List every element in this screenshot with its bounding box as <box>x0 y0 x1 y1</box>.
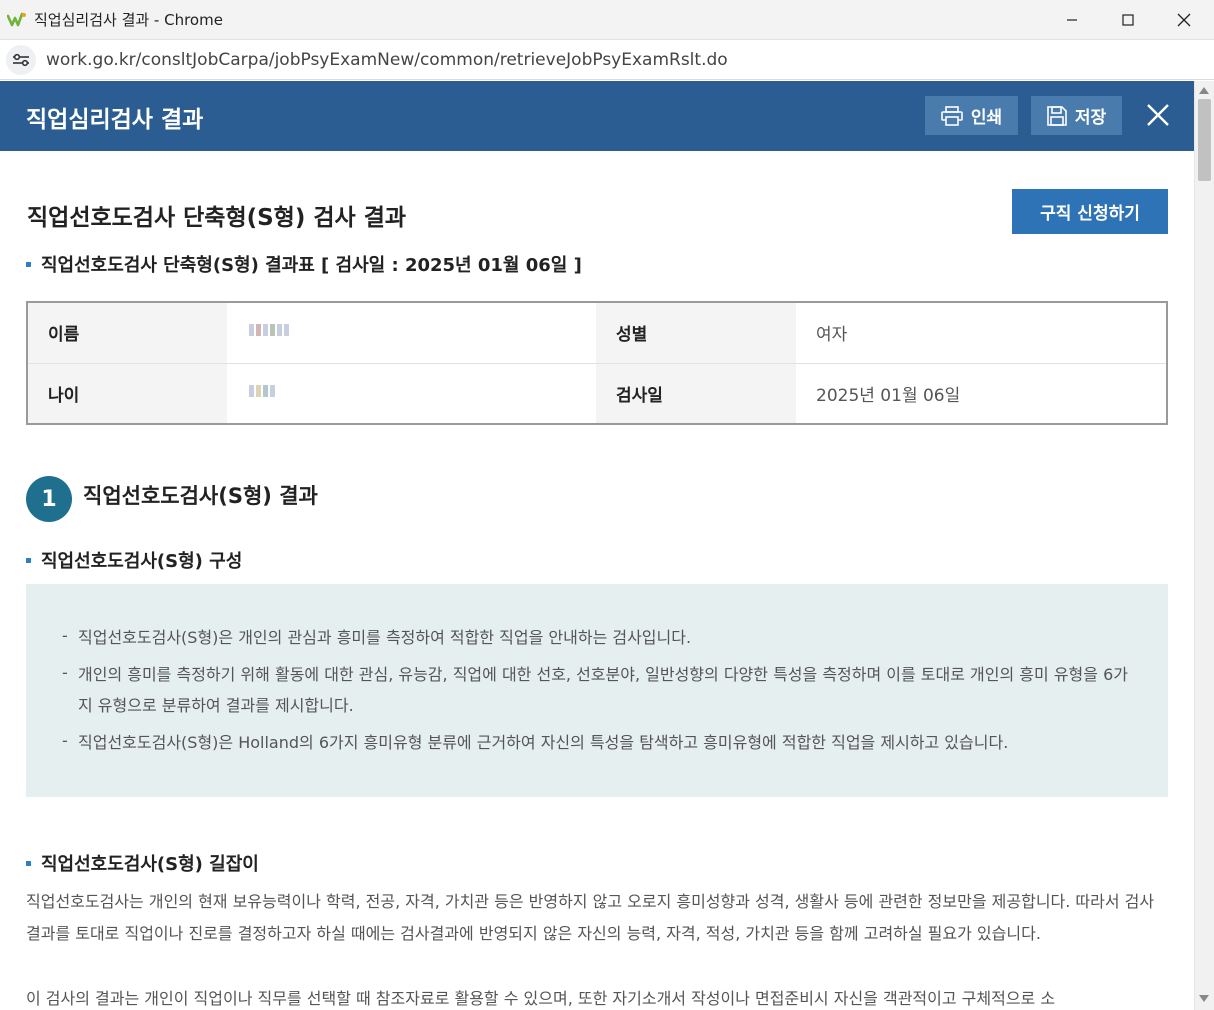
section-number-badge: 1 <box>26 476 72 522</box>
site-info-icon[interactable] <box>6 44 36 75</box>
modal-close-button[interactable] <box>1140 97 1176 133</box>
composition-heading: 직업선호도검사(S형) 구성 <box>26 547 242 573</box>
scroll-up-arrow-icon[interactable] <box>1199 87 1209 94</box>
page-title: 직업선호도검사 단축형(S형) 검사 결과 <box>27 205 407 231</box>
result-table-heading: 직업선호도검사 단축형(S형) 결과표 [ 검사일 : 2025년 01월 06… <box>26 251 582 277</box>
redacted-name <box>247 322 293 338</box>
scroll-down-arrow-icon[interactable] <box>1199 995 1209 1002</box>
print-label: 인쇄 <box>970 108 1003 128</box>
table-row: 나이 검사일 2025년 01월 06일 <box>27 363 1167 424</box>
composition-info-box: 직업선호도검사(S형)은 개인의 관심과 흥미를 측정하여 적합한 직업을 안내… <box>26 584 1168 797</box>
modal-title: 직업심리검사 결과 <box>26 107 204 133</box>
guide-heading-text: 직업선호도검사(S형) 길잡이 <box>41 854 259 875</box>
exam-date-value: 2025년 01월 06일 <box>816 385 961 406</box>
save-button[interactable]: 저장 <box>1031 96 1122 135</box>
profile-table: 이름 성별 여자 나이 검사일 2025년 01월 06일 <box>26 301 1168 425</box>
maximize-button[interactable] <box>1100 0 1156 40</box>
maximize-icon <box>1122 14 1134 26</box>
worknet-app-icon <box>6 9 28 31</box>
list-item: 직업선호도검사(S형)은 개인의 관심과 흥미를 측정하여 적합한 직업을 안내… <box>60 620 1130 653</box>
close-icon <box>1177 13 1191 27</box>
square-bullet-icon <box>26 557 31 563</box>
printer-icon <box>941 105 963 126</box>
guide-paragraph: 이 검사의 결과는 개인이 직업이나 직무를 선택할 때 참조자료로 활용할 수… <box>26 989 1056 1008</box>
result-table-heading-text: 직업선호도검사 단축형(S형) 결과표 [ 검사일 : 2025년 01월 06… <box>41 255 582 276</box>
modal-header: 직업심리검사 결과 인쇄 저장 <box>0 81 1194 151</box>
save-label: 저장 <box>1074 108 1107 128</box>
window-title: 직업심리검사 결과 - Chrome <box>34 11 223 29</box>
job-application-button[interactable]: 구직 신청하기 <box>1012 189 1168 234</box>
list-item: 개인의 흥미를 측정하기 위해 활동에 대한 관심, 유능감, 직업에 대한 선… <box>60 657 1130 721</box>
composition-list: 직업선호도검사(S형)은 개인의 관심과 흥미를 측정하여 적합한 직업을 안내… <box>60 620 1130 764</box>
window-titlebar: 직업심리검사 결과 - Chrome <box>0 0 1214 40</box>
close-icon <box>1147 104 1169 126</box>
name-value <box>227 302 596 364</box>
window-close-button[interactable] <box>1156 0 1212 40</box>
gender-label: 성별 <box>596 302 796 364</box>
composition-heading-text: 직업선호도검사(S형) 구성 <box>41 551 243 572</box>
list-item: 직업선호도검사(S형)은 Holland의 6가지 흥미유형 분류에 근거하여 … <box>60 725 1130 758</box>
minimize-icon <box>1067 19 1077 21</box>
redacted-age <box>247 383 293 399</box>
print-button[interactable]: 인쇄 <box>925 96 1018 135</box>
age-value <box>227 363 596 424</box>
gender-value: 여자 <box>796 302 1167 364</box>
square-bullet-icon <box>26 860 31 866</box>
guide-paragraph: 직업선호도검사는 개인의 현재 보유능력이나 학력, 전공, 자격, 가치관 등… <box>26 892 1155 943</box>
address-bar[interactable]: work.go.kr/consltJobCarpa/jobPsyExamNew/… <box>0 40 1214 80</box>
age-label: 나이 <box>27 363 227 424</box>
floppy-save-icon <box>1047 105 1067 126</box>
vertical-scrollbar[interactable] <box>1194 81 1214 1010</box>
table-row: 이름 성별 여자 <box>27 302 1167 364</box>
guide-heading: 직업선호도검사(S형) 길잡이 <box>26 850 259 876</box>
minimize-button[interactable] <box>1044 0 1100 40</box>
square-bullet-icon <box>26 261 31 267</box>
name-label: 이름 <box>27 302 227 364</box>
scroll-thumb[interactable] <box>1198 99 1211 181</box>
section-title: 직업선호도검사(S형) 결과 <box>83 484 318 508</box>
exam-date-label: 검사일 <box>596 363 796 424</box>
modal-content: 직업선호도검사 단축형(S형) 검사 결과 구직 신청하기 직업선호도검사 단축… <box>0 151 1194 1010</box>
url-text[interactable]: work.go.kr/consltJobCarpa/jobPsyExamNew/… <box>46 50 728 70</box>
